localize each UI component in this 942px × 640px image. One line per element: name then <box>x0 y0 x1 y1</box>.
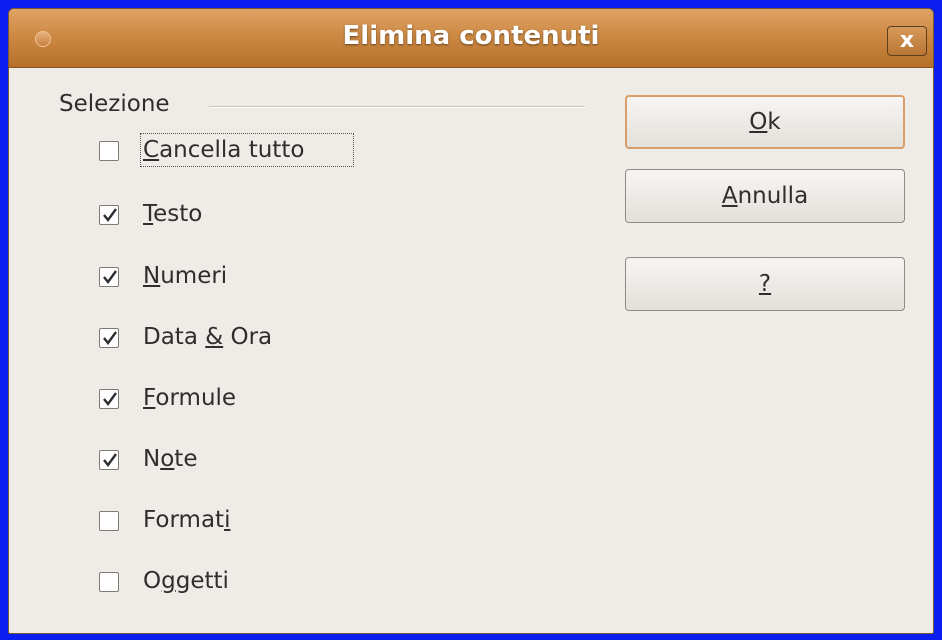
checkmark-icon <box>103 331 117 345</box>
checkbox-box[interactable] <box>99 328 119 348</box>
option-label: Note <box>143 446 198 472</box>
checkbox-box[interactable] <box>99 141 119 161</box>
checkbox-box[interactable] <box>99 389 119 409</box>
group-divider <box>209 106 585 108</box>
checkmark-icon <box>103 392 117 406</box>
option-label: Data & Ora <box>143 324 273 350</box>
dialog-window: Elimina contenuti x Selezione Cancella t… <box>8 8 934 634</box>
checkbox-box[interactable] <box>99 511 119 531</box>
option-label: Cancella tutto <box>143 137 305 163</box>
close-button[interactable]: x <box>887 26 927 56</box>
title-bar[interactable]: Elimina contenuti x <box>9 9 933 68</box>
option-label: Testo <box>143 201 203 227</box>
dialog-title: Elimina contenuti <box>342 21 600 51</box>
option-label: Formule <box>143 385 237 411</box>
checkmark-icon <box>103 453 117 467</box>
option-label: Formati <box>143 507 231 533</box>
cancel-button[interactable]: Annulla <box>625 169 905 223</box>
checkbox-box[interactable] <box>99 205 119 225</box>
checkbox-box[interactable] <box>99 572 119 592</box>
checkbox-box[interactable] <box>99 267 119 287</box>
ok-button[interactable]: Ok <box>625 95 905 149</box>
checkmark-icon <box>103 208 117 222</box>
selection-group-label: Selezione <box>59 91 178 117</box>
checkmark-icon <box>103 270 117 284</box>
close-icon: x <box>899 28 915 53</box>
option-label: Numeri <box>143 263 228 289</box>
option-label: Oggetti <box>143 568 229 594</box>
checkbox-box[interactable] <box>99 450 119 470</box>
help-button[interactable]: ? <box>625 257 905 311</box>
